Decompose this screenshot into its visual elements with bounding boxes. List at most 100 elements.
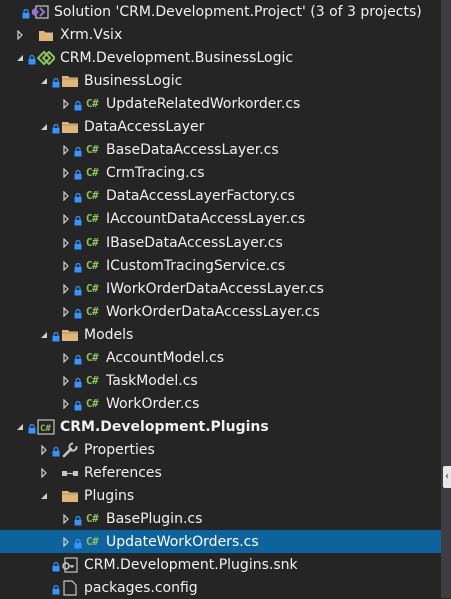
tree-row-label: BaseDataAccessLayer.cs	[106, 141, 279, 158]
tree-row[interactable]: Plugins	[0, 484, 441, 507]
csharp-project-icon: C#	[37, 418, 55, 435]
csharp-file-icon: C#	[85, 351, 99, 364]
folder-icon	[61, 327, 79, 343]
csharp-file-icon: C#	[85, 143, 99, 156]
expand-arrow-icon[interactable]	[36, 327, 52, 343]
csharp-file-icon: C#	[85, 397, 99, 410]
tree-row-label: UpdateRelatedWorkorder.cs	[106, 95, 301, 112]
lock-icon	[74, 514, 82, 525]
tree-row-label: Plugins	[84, 487, 135, 504]
tree-row[interactable]: DataAccessLayer	[0, 115, 441, 138]
collapse-arrow-icon[interactable]	[12, 27, 28, 43]
tree-row[interactable]: Solution 'CRM.Development.Project' (3 of…	[0, 0, 441, 23]
expand-arrow-icon[interactable]	[12, 419, 28, 435]
collapse-arrow-icon[interactable]	[58, 258, 74, 274]
tree-row[interactable]: C# DataAccessLayerFactory.cs	[0, 184, 441, 207]
tree-row-label: Xrm.Vsix	[60, 26, 123, 43]
tree-row[interactable]: C# IBaseDataAccessLayer.cs	[0, 231, 441, 254]
csharp-file-icon: C#	[85, 236, 99, 249]
tree-row-label: ICustomTracingService.cs	[106, 257, 286, 274]
lock-icon	[28, 30, 36, 40]
tree-row[interactable]: CRM.Development.Plugins.snk	[0, 553, 441, 576]
expand-arrow-icon[interactable]	[36, 119, 52, 135]
collapse-arrow-icon[interactable]	[58, 396, 74, 412]
tree-row-label: CrmTracing.cs	[106, 164, 205, 181]
collapse-arrow-icon[interactable]	[36, 465, 52, 481]
lock-icon	[74, 145, 82, 156]
tree-row[interactable]: C# UpdateWorkOrders.cs	[0, 530, 441, 553]
tree-row[interactable]: C# WorkOrderDataAccessLayer.cs	[0, 300, 441, 323]
tree-row[interactable]: C# WorkOrder.cs	[0, 392, 441, 415]
tree-row[interactable]: C# AccountModel.cs	[0, 346, 441, 369]
csharp-file-icon: C#	[85, 512, 99, 525]
tree-row[interactable]: Models	[0, 323, 441, 346]
collapse-arrow-icon[interactable]	[58, 211, 74, 227]
lock-icon	[74, 537, 82, 548]
vsix-project-icon	[37, 27, 55, 43]
tree-row[interactable]: Xrm.Vsix	[0, 23, 441, 46]
vertical-scrollbar[interactable]	[441, 0, 451, 598]
lock-icon	[74, 238, 82, 249]
tree-row[interactable]: C# ICustomTracingService.cs	[0, 254, 441, 277]
csharp-file-icon: C#	[85, 97, 99, 110]
tree-row[interactable]: C# UpdateRelatedWorkorder.cs	[0, 92, 441, 115]
lock-icon	[74, 376, 82, 387]
lock-icon	[52, 330, 60, 341]
tree-row-label: AccountModel.cs	[106, 349, 225, 366]
tree-row-label: Properties	[84, 441, 155, 458]
tree-row[interactable]: C# BaseDataAccessLayer.cs	[0, 138, 441, 161]
tree-row[interactable]: packages.config	[0, 576, 441, 599]
csharp-file-icon: C#	[85, 189, 99, 202]
tree-row[interactable]: C# CrmTracing.cs	[0, 161, 441, 184]
tree-row[interactable]: BusinessLogic	[0, 69, 441, 92]
collapse-arrow-icon[interactable]	[36, 442, 52, 458]
tree-row-label: BasePlugin.cs	[106, 510, 203, 527]
csharp-file-icon: C#	[85, 535, 99, 548]
collapse-arrow-icon[interactable]	[58, 350, 74, 366]
tree-row-label: IAccountDataAccessLayer.cs	[106, 210, 306, 227]
collapse-arrow-icon[interactable]	[58, 373, 74, 389]
csharp-file-icon: C#	[85, 374, 99, 387]
collapse-arrow-icon[interactable]	[58, 235, 74, 251]
tree-row-label: CRM.Development.BusinessLogic	[60, 49, 294, 66]
lock-icon	[28, 53, 36, 64]
tree-row[interactable]: C# CRM.Development.Plugins	[0, 415, 441, 438]
collapse-arrow-icon[interactable]	[58, 511, 74, 527]
tree-row-label: CRM.Development.Plugins	[60, 418, 269, 435]
csharp-file-icon: C#	[85, 259, 99, 272]
tree-row[interactable]: C# IAccountDataAccessLayer.cs	[0, 207, 441, 230]
tree-row[interactable]: CRM.Development.BusinessLogic	[0, 46, 441, 69]
tree-row-label: TaskModel.cs	[106, 372, 198, 389]
lock-icon	[52, 76, 60, 87]
csharp-file-icon: C#	[85, 212, 99, 225]
wrench-icon	[61, 441, 79, 458]
collapse-arrow-icon[interactable]	[58, 304, 74, 320]
tree-row-label: DataAccessLayer	[84, 118, 205, 135]
tree-row[interactable]: References	[0, 461, 441, 484]
collapse-arrow-icon[interactable]	[58, 188, 74, 204]
collapse-arrow-icon[interactable]	[58, 281, 74, 297]
lock-icon	[74, 261, 82, 272]
folder-icon	[61, 488, 79, 504]
collapse-arrow-icon[interactable]	[58, 96, 74, 112]
lock-icon	[52, 491, 60, 501]
expand-arrow-icon[interactable]	[36, 73, 52, 89]
tree-row-label: References	[84, 464, 162, 481]
collapse-arrow-icon[interactable]	[58, 165, 74, 181]
collapse-arrow-icon[interactable]	[58, 534, 74, 550]
expand-arrow-icon[interactable]	[36, 488, 52, 504]
tree-row[interactable]: C# TaskModel.cs	[0, 369, 441, 392]
lock-icon	[74, 99, 82, 110]
collapse-arrow-icon[interactable]	[58, 142, 74, 158]
lock-icon	[74, 399, 82, 410]
lock-icon	[28, 422, 36, 433]
tree-row[interactable]: C# IWorkOrderDataAccessLayer.cs	[0, 277, 441, 300]
collapse-tab-icon[interactable]: ‹	[443, 466, 451, 488]
tree-row[interactable]: Properties	[0, 438, 441, 461]
lock-icon	[52, 560, 60, 571]
expand-arrow-icon[interactable]	[12, 50, 28, 66]
key-file-icon	[61, 556, 79, 573]
tree-row[interactable]: C# BasePlugin.cs	[0, 507, 441, 530]
solution-explorer-tree: Solution 'CRM.Development.Project' (3 of…	[0, 0, 441, 598]
